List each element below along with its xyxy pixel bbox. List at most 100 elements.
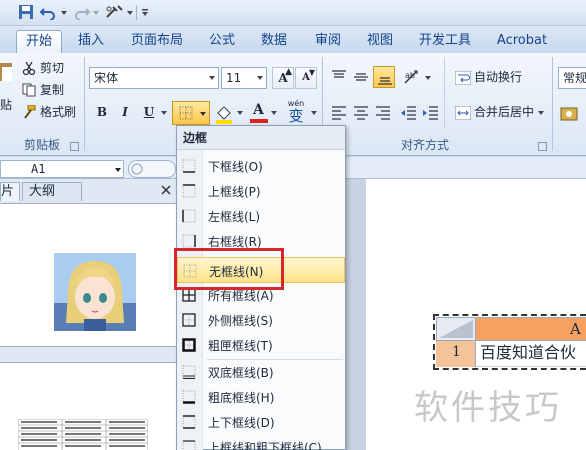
name-box-dropdown-icon[interactable] [114,166,122,174]
decrease-indent-icon[interactable] [400,105,418,121]
menu-item-top-thick-bottom-border[interactable]: 上框线和粗下框线(C) [177,435,345,450]
tab-data[interactable]: 数据 [252,30,296,53]
close-pane-icon[interactable] [160,184,172,196]
tools-icon[interactable] [104,4,124,20]
bold-button[interactable]: B [91,101,113,123]
tools-dropdown-icon[interactable] [126,4,134,20]
font-color-letter: A [253,102,264,118]
underline-dropdown-icon[interactable] [160,109,168,117]
menu-item-label: 下框线(O) [208,160,263,174]
align-top-icon[interactable] [330,69,348,85]
menu-item-label: 左框线(L) [208,210,261,224]
formula-scroll-handle[interactable] [128,160,176,178]
column-header-label: A [570,320,581,338]
shrink-font-button[interactable]: A ▼ [295,67,317,89]
row-header-label: 1 [452,344,461,360]
cut-icon[interactable] [22,61,36,75]
align-middle-icon[interactable] [352,69,370,85]
tab-page-layout[interactable]: 页面布局 [124,30,190,53]
tab-outline[interactable]: 大纲 [22,182,82,201]
phonetic-char: 变 [288,107,304,125]
alignment-launcher[interactable] [538,142,547,151]
tab-formulas[interactable]: 公式 [200,30,244,53]
border-icon [179,106,193,120]
save-icon[interactable] [18,4,34,20]
align-bottom-button[interactable] [373,66,395,88]
paste-icon[interactable] [0,61,14,83]
tab-review[interactable]: 审阅 [306,30,350,53]
fill-color-dropdown-icon[interactable] [236,109,244,117]
redo-icon[interactable] [74,4,90,20]
highlight-annotation-box [174,248,284,290]
grow-font-button[interactable]: A ▲ [272,67,294,89]
customize-icon[interactable] [140,4,150,20]
copy-icon[interactable] [22,83,36,97]
tab-home[interactable]: 开始 [16,30,62,53]
currency-icon[interactable] [560,105,580,123]
fill-color-icon[interactable] [214,103,236,125]
cell-a1[interactable]: 百度知道合伙 [476,341,586,367]
font-color-dropdown-icon[interactable] [270,109,278,117]
all-borders-icon [182,288,196,302]
menu-item-double-bottom-border[interactable]: 双底框线(B) [177,360,345,384]
left-border-icon [182,209,196,223]
undo-dropdown-icon[interactable] [60,4,68,20]
menu-item-outside-borders[interactable]: 外侧框线(S) [177,308,345,332]
border-button[interactable] [172,101,210,125]
merge-dropdown-icon[interactable] [537,109,545,117]
watermark: 软件技巧 [414,388,562,428]
orientation-dropdown-icon[interactable] [424,74,432,82]
anime-avatar-image [54,253,136,331]
slide-thumbnail-lower [0,362,176,450]
copy-button[interactable]: 复制 [40,80,64,102]
phonetic-button[interactable]: wén 变 [283,99,309,127]
paste-label[interactable]: 贴 [0,95,12,117]
clipboard-launcher[interactable] [70,142,79,151]
menu-item-left-border[interactable]: 左框线(L) [177,204,345,228]
menu-item-top-bottom-border[interactable]: 上下框线(D) [177,410,345,434]
row-header-1[interactable]: 1 [436,341,476,367]
align-right-icon[interactable] [374,105,392,121]
align-bottom-icon [378,77,392,85]
font-size-select[interactable]: 11 [221,67,267,89]
double-bottom-border-icon [182,365,196,379]
italic-button[interactable]: I [114,101,136,123]
ribbon-tab-bar: 开始 插入 页面布局 公式 数据 审阅 视图 开发工具 Acrobat [0,26,586,53]
font-size-value: 11 [226,71,242,85]
font-name-select[interactable]: 宋体 [89,67,219,89]
menu-item-label: 粗底框线(H) [208,391,275,405]
wrap-text-icon[interactable] [455,71,471,85]
align-left-icon[interactable] [330,105,348,121]
merge-center-icon[interactable] [455,106,471,120]
align-center-icon[interactable] [352,105,370,121]
cut-button[interactable]: 剪切 [40,58,64,80]
menu-item-thick-box-border[interactable]: 粗匣框线(T) [177,333,345,357]
merge-center-button[interactable]: 合并后居中 [474,102,534,124]
tab-slides[interactable]: 片 [0,182,20,201]
format-painter-button[interactable]: 格式刷 [40,102,76,124]
redo-dropdown-icon[interactable] [92,4,100,20]
column-header-a[interactable]: A [476,317,586,341]
bottom-border-icon [182,159,196,173]
name-box[interactable]: A1 [0,160,124,178]
tab-acrobat[interactable]: Acrobat [490,30,554,53]
format-painter-icon[interactable] [22,105,36,119]
number-format-select[interactable]: 常规 [558,67,586,89]
wrap-text-button[interactable]: 自动换行 [474,67,522,89]
undo-icon[interactable] [40,4,56,20]
increase-indent-icon[interactable] [422,105,440,121]
right-border-icon [182,234,196,248]
tab-view[interactable]: 视图 [358,30,402,53]
menu-item-thick-bottom-border[interactable]: 粗底框线(H) [177,385,345,409]
orientation-icon[interactable]: ab [402,67,422,87]
menu-item-label: 上框线(P) [208,185,261,199]
font-color-button[interactable]: A [248,101,270,125]
menu-item-top-border[interactable]: 上框线(P) [177,179,345,203]
menu-item-bottom-border[interactable]: 下框线(O) [177,154,345,178]
phonetic-dropdown-icon[interactable] [310,109,318,117]
underline-button[interactable]: U [138,101,160,123]
border-menu-title: 边框 [177,126,345,150]
thick-bottom-border-icon [182,390,196,404]
tab-developer[interactable]: 开发工具 [412,30,478,53]
tab-insert[interactable]: 插入 [68,30,114,53]
